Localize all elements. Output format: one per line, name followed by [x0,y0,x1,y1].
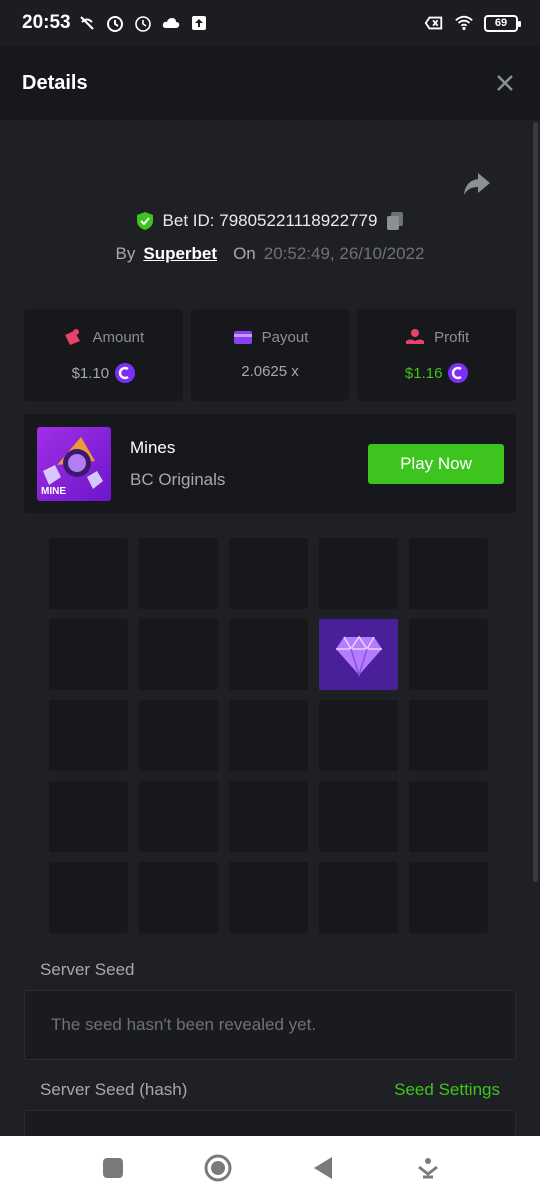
game-card: MINE Mines BC Originals Play Now [24,414,516,513]
payout-label: Payout [261,328,309,346]
gem-icon [335,635,382,677]
wifi-calling-off-icon [77,13,97,33]
mine-tile [319,862,398,933]
server-seed-label: Server Seed [40,960,135,979]
game-name: Mines [130,438,176,457]
mine-tile [229,619,308,690]
bet-timestamp: 20:52:49, 26/10/2022 [263,244,425,263]
mine-tile [229,700,308,771]
payout-value: 2.0625 x [241,363,299,380]
by-label: By [115,244,136,263]
on-label: On [233,244,256,263]
alarm-icon [133,13,153,33]
payout-card: Payout 2.0625 x [190,309,350,401]
status-time: 20:53 [22,12,71,33]
profit-icon [406,329,425,344]
recents-icon [102,1158,123,1178]
mine-tile [139,700,218,771]
bettor-username-link[interactable]: Superbet [143,244,217,264]
seed-settings-link[interactable]: Seed Settings [394,1080,500,1100]
mine-tile [409,700,488,771]
copy-icon [387,212,404,230]
bet-id-row: Bet ID: 79805221118922779 [0,206,540,236]
mine-tile [409,619,488,690]
copy-button[interactable] [385,211,405,231]
server-seed-hash-field[interactable] [24,1110,516,1136]
back-icon [313,1157,332,1179]
game-provider: BC Originals [130,470,226,489]
coin-icon [115,363,136,383]
bet-meta-row: By Superbet On 20:52:49, 26/10/2022 [0,240,540,268]
mine-tile [319,781,398,852]
play-now-button[interactable]: Play Now [368,444,504,484]
share-button[interactable] [462,170,492,198]
upload-icon [189,13,209,33]
server-seed-field[interactable]: The seed hasn't been revealed yet. [24,990,516,1060]
download-assist-icon [417,1158,438,1179]
page-title: Details [22,71,88,94]
mine-tile [229,781,308,852]
close-icon [497,75,513,91]
status-icons-left [77,13,209,33]
alarm-icon [105,13,125,33]
wallet-icon [233,331,252,344]
system-nav-bar [0,1136,540,1200]
mine-tile [139,781,218,852]
mine-tile [139,862,218,933]
no-sim-icon [424,13,444,33]
home-button[interactable] [200,1150,236,1186]
amount-label: Amount [92,328,145,346]
profit-label: Profit [434,328,470,346]
mine-tile [139,619,218,690]
status-icons-right: 69 [424,13,521,33]
mine-tile [229,538,308,609]
assistant-button[interactable] [410,1150,446,1186]
mine-tile [319,700,398,771]
amount-value: $1.10 [71,364,110,382]
bet-id: Bet ID: 79805221118922779 [162,211,378,230]
mine-tile [49,700,128,771]
mine-tile [409,781,488,852]
battery-icon: 69 [484,14,521,32]
mine-tile [49,862,128,933]
coin-icon [448,363,469,383]
mine-tile [409,862,488,933]
profit-card: Profit $1.16 [357,309,517,401]
mine-tile [49,781,128,852]
bet-stats: Amount $1.10 Payout 2.0625 x Profit $1.1… [24,309,517,401]
game-thumbnail-label: MINE [41,486,66,497]
game-thumbnail[interactable]: MINE [37,427,111,501]
mine-tile [49,619,128,690]
profit-value: $1.16 [404,364,443,382]
share-icon [464,173,490,195]
wifi-icon [454,13,474,33]
mine-tile [229,862,308,933]
cloud-icon [161,13,181,33]
home-icon [204,1154,231,1182]
server-seed-value: The seed hasn't been revealed yet. [51,1015,317,1034]
mine-tile [49,538,128,609]
status-bar: 20:53 69 [0,0,540,46]
mine-tile-gem [319,619,398,690]
server-seed-hash-label: Server Seed (hash) [40,1080,188,1099]
scrollbar[interactable] [533,122,538,882]
mine-tile [409,538,488,609]
details-header: Details [0,46,540,120]
amount-card: Amount $1.10 [24,309,183,401]
close-button[interactable] [492,70,518,96]
amount-icon [65,329,81,345]
mine-tile [139,538,218,609]
mines-grid [49,538,489,933]
verified-shield-icon [136,212,153,230]
mine-tile [319,538,398,609]
recents-button[interactable] [95,1150,131,1186]
back-button[interactable] [305,1150,341,1186]
